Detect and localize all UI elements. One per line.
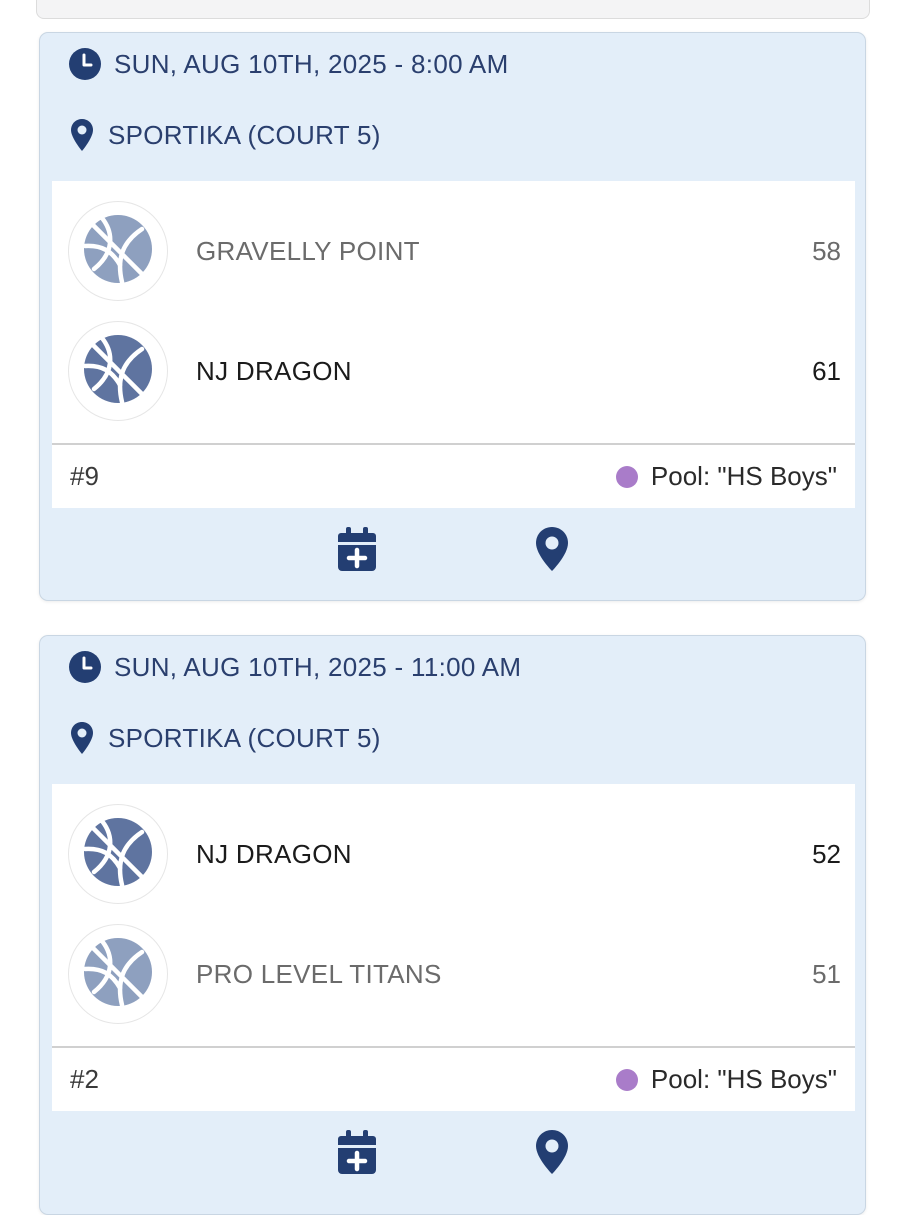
pool-label: Pool: "HS Boys"	[615, 461, 837, 492]
game-location-row[interactable]: SPORTIKA (COURT 5)	[70, 118, 381, 152]
team-logo	[68, 804, 168, 904]
add-to-calendar-button[interactable]	[332, 526, 382, 576]
team-row[interactable]: PRO LEVEL TITANS 51	[52, 914, 855, 1034]
team-score: 61	[812, 355, 841, 386]
pool-color-dot	[615, 465, 638, 488]
game-datetime: SUN, AUG 10TH, 2025 - 11:00 AM	[114, 651, 522, 682]
team-name: NJ DRAGON	[196, 838, 352, 869]
map-pin-icon	[70, 721, 94, 755]
game-location-row[interactable]: SPORTIKA (COURT 5)	[70, 721, 381, 755]
team-logo	[68, 201, 168, 301]
basketball-icon	[82, 936, 154, 1013]
game-info-row: #2 Pool: "HS Boys"	[52, 1048, 855, 1111]
pool-label: Pool: "HS Boys"	[615, 1064, 837, 1095]
directions-button[interactable]	[527, 526, 577, 576]
previous-game-card	[36, 0, 870, 19]
map-pin-icon	[70, 118, 94, 152]
game-number: #9	[70, 461, 99, 491]
team-score: 52	[812, 838, 841, 869]
game-card: SUN, AUG 10TH, 2025 - 8:00 AM SPORTIKA (…	[39, 32, 866, 601]
game-location[interactable]: SPORTIKA (COURT 5)	[108, 120, 381, 151]
game-actions	[40, 1111, 865, 1205]
basketball-icon	[82, 333, 154, 410]
map-marker-icon	[535, 1129, 569, 1180]
team-name: GRAVELLY POINT	[196, 235, 420, 266]
clock-icon	[68, 47, 102, 81]
team-row[interactable]: NJ DRAGON 61	[52, 311, 855, 431]
game-actions	[40, 508, 865, 602]
game-info-row: #9 Pool: "HS Boys"	[52, 445, 855, 508]
add-to-calendar-button[interactable]	[332, 1129, 382, 1179]
team-name: NJ DRAGON	[196, 355, 352, 386]
team-logo	[68, 924, 168, 1024]
clock-icon	[68, 650, 102, 684]
game-datetime: SUN, AUG 10TH, 2025 - 8:00 AM	[114, 48, 509, 79]
game-datetime-row: SUN, AUG 10TH, 2025 - 8:00 AM	[68, 47, 509, 81]
team-logo	[68, 321, 168, 421]
game-number: #2	[70, 1064, 99, 1094]
directions-button[interactable]	[527, 1129, 577, 1179]
basketball-icon	[82, 816, 154, 893]
team-score: 58	[812, 235, 841, 266]
game-datetime-row: SUN, AUG 10TH, 2025 - 11:00 AM	[68, 650, 521, 684]
pool-color-dot	[615, 1068, 638, 1091]
game-location[interactable]: SPORTIKA (COURT 5)	[108, 723, 381, 754]
team-row[interactable]: NJ DRAGON 52	[52, 794, 855, 914]
calendar-plus-icon	[338, 1129, 376, 1179]
game-card: SUN, AUG 10TH, 2025 - 11:00 AM SPORTIKA …	[39, 635, 866, 1215]
calendar-plus-icon	[338, 526, 376, 576]
basketball-icon	[82, 213, 154, 290]
pool-name: Pool: "HS Boys"	[650, 461, 837, 491]
map-marker-icon	[535, 526, 569, 577]
pool-name: Pool: "HS Boys"	[650, 1064, 837, 1094]
team-row[interactable]: GRAVELLY POINT 58	[52, 191, 855, 311]
team-name: PRO LEVEL TITANS	[196, 958, 442, 989]
team-score: 51	[812, 958, 841, 989]
teams-panel: GRAVELLY POINT 58 NJ DRAGON 61	[52, 181, 855, 443]
teams-panel: NJ DRAGON 52 PRO LEVEL TITANS 51	[52, 784, 855, 1046]
